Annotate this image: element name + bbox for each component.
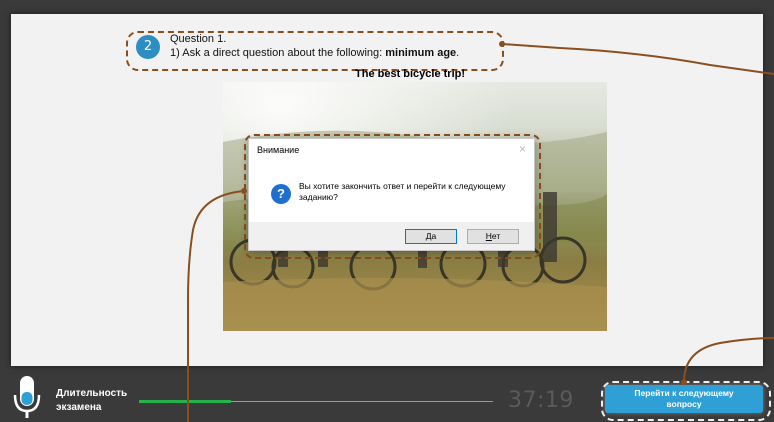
question-prompt-prefix: 1) Ask a direct question about the follo… [170,47,383,59]
exam-timer: 37:19 [508,388,574,413]
question-prompt-keyword: minimum age [385,47,457,59]
yes-button-label: а [431,231,437,241]
no-button-label: ет [491,231,501,241]
dialog-message: Вы хотите закончить ответ и перейти к сл… [299,181,506,202]
question-prompt-suffix: . [456,47,460,59]
exam-duration-label-line2: экзамена [56,402,102,413]
question-number-badge: 2 [136,35,160,59]
exam-duration-label-line1: Длительность [56,388,128,399]
question-prompt: 1) Ask a direct question about the follo… [170,47,459,59]
picture-title: The best bicycle trip! [355,68,466,80]
exam-progress-fill [139,400,232,403]
no-button[interactable]: Нет [467,229,519,244]
next-question-button-label: Перейти к следующему вопросу [634,388,734,409]
exam-duration-label: Длительность экзамена [56,387,127,415]
question-title: Question 1. [170,33,227,45]
yes-button[interactable]: Да [405,229,457,244]
question-icon: ? [271,184,291,204]
close-icon[interactable]: × [519,142,526,156]
dialog-title: Внимание [257,145,300,155]
confirm-dialog: Внимание × ? Вы хотите закончить ответ и… [248,138,535,251]
microphone-icon [13,376,41,418]
next-question-button[interactable]: Перейти к следующему вопросу [605,385,763,413]
exam-progress-bar [139,400,493,403]
